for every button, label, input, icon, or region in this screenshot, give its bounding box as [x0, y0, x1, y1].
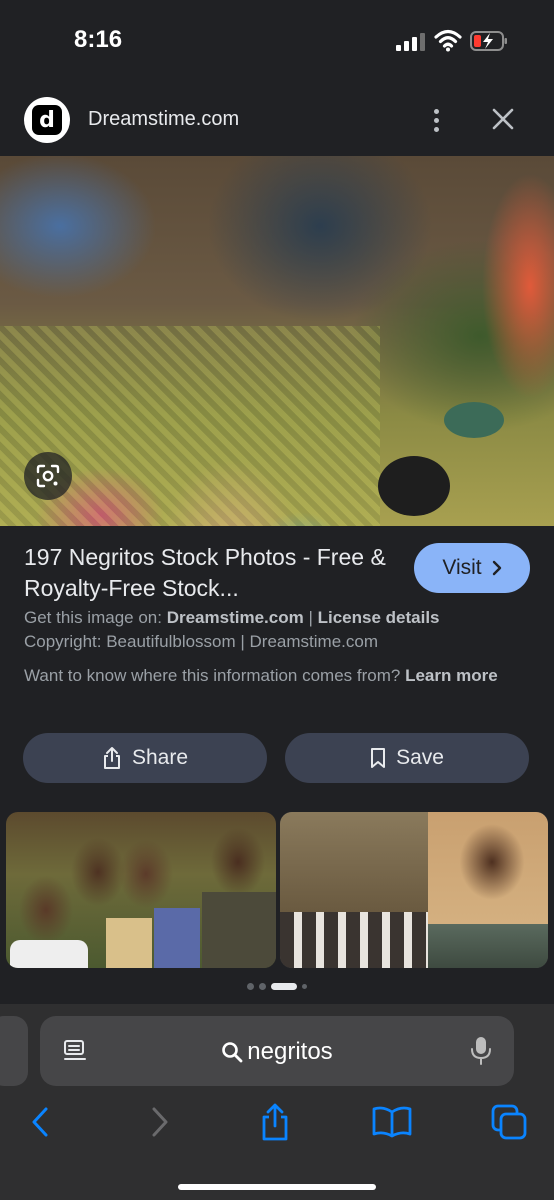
visit-label: Visit [442, 556, 482, 579]
browser-toolbar: negritos [0, 1004, 554, 1200]
page-dot [259, 982, 266, 990]
more-options-icon[interactable] [422, 104, 450, 136]
open-book-icon [372, 1106, 412, 1138]
share-icon [262, 1103, 288, 1141]
source-site-name[interactable]: Dreamstime.com [88, 108, 239, 131]
share-button[interactable]: Share [23, 733, 267, 783]
tabs-button[interactable] [487, 1100, 531, 1144]
chevron-left-icon [32, 1107, 48, 1137]
carousel-page-indicator [0, 982, 554, 990]
get-image-site-link[interactable]: Dreamstime.com [167, 608, 304, 627]
thumb-detail [202, 892, 276, 968]
page-dot [247, 982, 254, 990]
image-pot [378, 456, 450, 516]
battery-charging-icon [470, 31, 507, 51]
home-indicator[interactable] [178, 1184, 376, 1190]
collage-tile [280, 912, 428, 968]
share-icon [103, 747, 120, 769]
separator: | [308, 608, 313, 627]
chevron-right-icon [492, 560, 501, 576]
get-image-prefix: Get this image on: [24, 608, 162, 627]
image-pot-lid [444, 402, 504, 438]
bookmarks-button[interactable] [370, 1100, 414, 1144]
back-button[interactable] [18, 1100, 62, 1144]
image-source-line: Get this image on: Dreamstime.com | Lice… [24, 608, 440, 628]
collage-tile [428, 924, 548, 968]
source-header: d Dreamstime.com [0, 84, 554, 156]
status-bar: 8:16 [0, 0, 554, 84]
save-label: Save [396, 746, 444, 769]
page-dot-active [271, 982, 297, 990]
copyright-line: Copyright: Beautifulblossom | Dreamstime… [24, 632, 378, 651]
google-lens-button[interactable] [24, 452, 72, 500]
info-source-line: Want to know where this information come… [24, 663, 530, 689]
related-images-carousel [0, 812, 554, 970]
dreamstime-logo[interactable]: d [24, 97, 70, 143]
collage-tile [428, 812, 548, 924]
bookmark-icon [371, 748, 386, 768]
share-label: Share [131, 746, 189, 769]
result-title[interactable]: 197 Negritos Stock Photos - Free & Royal… [24, 542, 394, 604]
license-details-link[interactable]: License details [318, 608, 440, 627]
tabs-icon [491, 1104, 527, 1140]
visit-button[interactable]: Visit [414, 543, 530, 593]
share-page-button[interactable] [253, 1100, 297, 1144]
close-icon[interactable] [488, 104, 518, 134]
related-image-thumbnail[interactable] [6, 812, 276, 968]
thumb-detail [154, 908, 200, 968]
dreamstime-logo-mark: d [32, 105, 62, 135]
related-image-collage[interactable] [280, 812, 548, 968]
page-dot [302, 983, 307, 989]
save-button[interactable]: Save [285, 733, 529, 783]
search-icon [222, 1042, 243, 1063]
info-question: Want to know where this information come… [24, 666, 401, 685]
thumb-detail [106, 918, 152, 968]
address-bar[interactable]: negritos [40, 1016, 514, 1086]
previous-tab-preview[interactable] [0, 1016, 28, 1086]
navigation-row [0, 1100, 554, 1150]
thumb-detail [10, 940, 88, 968]
google-lens-icon [36, 464, 60, 488]
collage-tile [280, 812, 428, 912]
result-image[interactable] [0, 156, 554, 526]
learn-more-link[interactable]: Learn more [405, 666, 498, 685]
wifi-icon [434, 29, 462, 52]
search-query-display[interactable]: negritos [40, 1038, 514, 1066]
forward-button[interactable] [138, 1100, 182, 1144]
cellular-signal-icon [396, 33, 425, 51]
microphone-icon[interactable] [470, 1036, 492, 1066]
search-query-text: negritos [247, 1038, 333, 1065]
chevron-right-icon [152, 1107, 168, 1137]
status-time: 8:16 [74, 26, 123, 53]
